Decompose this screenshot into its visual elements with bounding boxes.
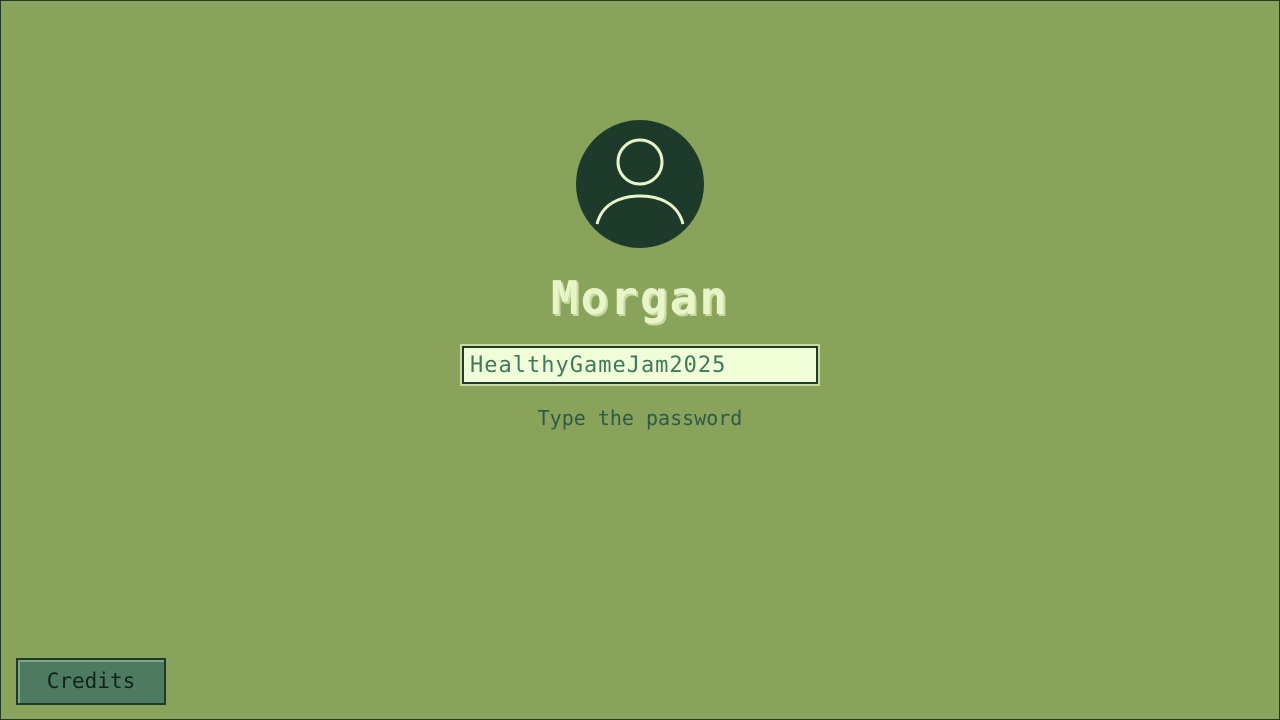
password-input[interactable] bbox=[466, 350, 814, 380]
username-label: Morgan bbox=[550, 271, 730, 325]
user-icon bbox=[595, 138, 685, 225]
user-avatar bbox=[576, 120, 704, 248]
credits-button[interactable]: Credits bbox=[16, 658, 166, 705]
password-hint: Type the password bbox=[537, 406, 743, 430]
password-field[interactable] bbox=[460, 344, 820, 386]
